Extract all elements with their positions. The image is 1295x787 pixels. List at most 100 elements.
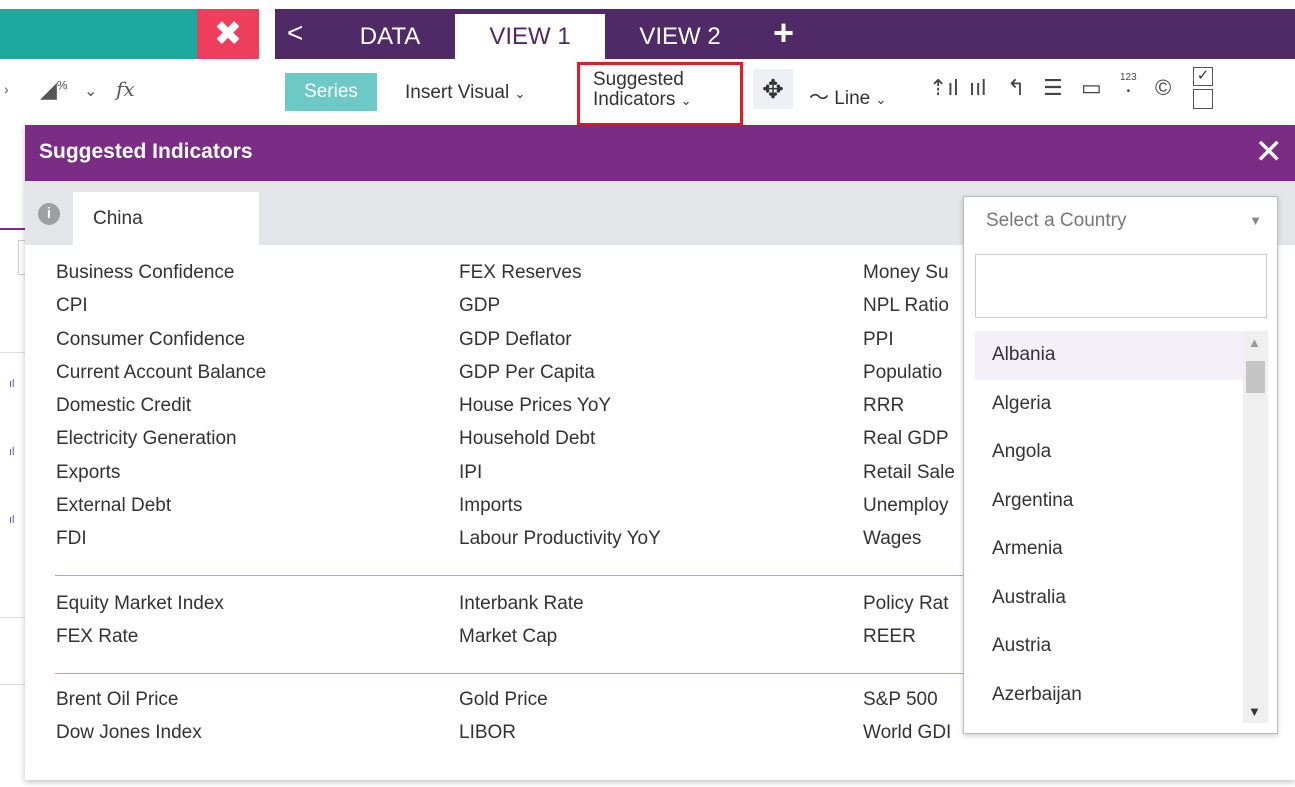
indicator-link[interactable]: LIBOR (459, 716, 548, 749)
indicator-link[interactable]: Unemploy (863, 489, 955, 522)
indicator-link[interactable]: Policy Rat (863, 587, 949, 620)
indicator-link[interactable]: Populatio (863, 356, 955, 389)
number-format-label: 123 (1120, 72, 1137, 83)
indicator-link[interactable]: FEX Rate (56, 620, 224, 653)
country-option[interactable]: Algeria (975, 380, 1243, 429)
indicator-link[interactable]: S&P 500 (863, 683, 951, 716)
function-icon[interactable]: fx (116, 77, 135, 101)
country-option[interactable]: Austria (975, 622, 1243, 671)
suggested-indicators-button[interactable]: Suggested Indicators ⌄ (577, 62, 743, 126)
sort-up-icon[interactable]: ⇡ıl (929, 73, 958, 103)
back-icon[interactable]: < (287, 17, 303, 49)
list-icon[interactable]: ☰ (1043, 73, 1063, 103)
indicator-link[interactable]: External Debt (56, 489, 266, 522)
series-button[interactable]: Series (285, 73, 377, 111)
chevron-down-icon: ⌄ (514, 86, 526, 101)
number-format-icon[interactable]: 123 • (1120, 71, 1137, 99)
indicator-link[interactable]: NPL Ratio (863, 289, 955, 322)
tab-data[interactable]: DATA (345, 14, 435, 59)
chevron-down-icon: ⌄ (680, 93, 692, 108)
chart-icon: ıl (9, 378, 15, 390)
indicator-link[interactable]: RRR (863, 389, 955, 422)
line-chart-dropdown[interactable]: 〜 Line ⌄ (809, 81, 886, 110)
country-option[interactable]: Angola (975, 428, 1243, 477)
country-option[interactable]: Azerbaijan (975, 671, 1243, 720)
indicator-link[interactable]: World GDI (863, 716, 951, 749)
indicator-link[interactable]: Current Account Balance (56, 356, 266, 389)
country-select[interactable]: Select a Country ▼ (964, 197, 1277, 245)
insert-visual-label: Insert Visual (405, 82, 510, 103)
indicator-link[interactable]: Wages (863, 522, 955, 555)
indicator-link[interactable]: Labour Productivity YoY (459, 522, 661, 555)
indicator-link[interactable]: Market Cap (459, 620, 584, 653)
country-search-input[interactable] (975, 254, 1267, 318)
line-label: Line (834, 88, 871, 109)
checkbox-empty-icon[interactable] (1193, 89, 1213, 109)
divider (0, 684, 25, 685)
indicator-link[interactable]: Gold Price (459, 683, 548, 716)
divider (0, 352, 25, 353)
scroll-up-icon[interactable]: ▲ (1248, 335, 1261, 350)
country-option[interactable]: Argentina (975, 477, 1243, 526)
bar-chart-icon[interactable]: ııl (969, 73, 986, 103)
indicator-link[interactable]: REER (863, 620, 949, 653)
info-icon[interactable]: i (38, 203, 60, 225)
indicator-link[interactable]: Equity Market Index (56, 587, 224, 620)
indicator-link[interactable]: IPI (459, 456, 661, 489)
divider (0, 228, 25, 230)
indicator-link[interactable]: Interbank Rate (459, 587, 584, 620)
country-options-list: Albania Algeria Angola Argentina Armenia… (975, 331, 1243, 723)
scroll-down-icon[interactable]: ▼ (1248, 704, 1261, 719)
indicator-link[interactable]: GDP Per Capita (459, 356, 661, 389)
country-option[interactable]: Armenia (975, 525, 1243, 574)
indicator-link[interactable]: Money Su (863, 256, 955, 289)
indicator-link[interactable]: Real GDP (863, 422, 955, 455)
country-select-dropdown: Select a Country ▼ Albania Algeria Angol… (963, 196, 1278, 734)
modal-title: Suggested Indicators (39, 140, 253, 163)
comment-icon[interactable]: ▭ (1081, 73, 1102, 103)
country-select-placeholder: Select a Country (986, 210, 1127, 231)
suggested-label-line1: Suggested (593, 69, 684, 90)
tab-view-2[interactable]: VIEW 2 (625, 14, 735, 59)
tab-china[interactable]: China (73, 192, 259, 245)
modal-header: Suggested Indicators ✕ (25, 125, 1295, 181)
indicator-link[interactable]: Retail Sale (863, 456, 955, 489)
indicator-link[interactable]: Domestic Credit (56, 389, 266, 422)
indicator-link[interactable]: GDP Deflator (459, 323, 661, 356)
add-tab-icon[interactable]: + (773, 11, 794, 55)
chart-icon: ıl (9, 446, 15, 458)
indicator-link[interactable]: Exports (56, 456, 266, 489)
indicator-link[interactable]: Business Confidence (56, 256, 266, 289)
close-panel-button[interactable]: ✖ (197, 9, 259, 59)
country-option[interactable]: Albania (975, 331, 1243, 380)
line-chart-icon: 〜 (809, 87, 829, 109)
indicator-link[interactable]: CPI (56, 289, 266, 322)
suggested-label-line2: Indicators (593, 89, 676, 110)
undo-arrow-icon[interactable]: ↰ (1007, 73, 1025, 103)
copyright-icon[interactable]: © (1155, 73, 1171, 103)
indicator-link[interactable]: FDI (56, 522, 266, 555)
indicator-link[interactable]: FEX Reserves (459, 256, 661, 289)
indicator-link[interactable]: PPI (863, 323, 955, 356)
scroll-thumb[interactable] (1246, 361, 1265, 393)
insert-visual-dropdown[interactable]: Insert Visual ⌄ (405, 82, 525, 104)
percent-format-icon[interactable]: ◢% (40, 77, 68, 103)
checkbox-checked-icon[interactable]: ✓ (1193, 67, 1213, 86)
chevron-right-icon[interactable]: › (4, 81, 9, 97)
move-icon[interactable]: ✥ (753, 69, 793, 109)
toolbar: Series Insert Visual ⌄ Suggested Indicat… (275, 59, 1295, 126)
indicator-link[interactable]: Household Debt (459, 422, 661, 455)
indicator-link[interactable]: Brent Oil Price (56, 683, 202, 716)
indicator-link[interactable]: Dow Jones Index (56, 716, 202, 749)
tab-view-1[interactable]: VIEW 1 (455, 14, 605, 59)
close-modal-icon[interactable]: ✕ (1255, 133, 1284, 171)
indicator-link[interactable]: Imports (459, 489, 661, 522)
indicator-link[interactable]: House Prices YoY (459, 389, 661, 422)
country-list-scrollbar[interactable]: ▲ ▼ (1243, 331, 1268, 723)
view-tab-bar: < DATA VIEW 1 VIEW 2 + (275, 9, 1295, 59)
indicator-link[interactable]: GDP (459, 289, 661, 322)
country-option[interactable]: Australia (975, 574, 1243, 623)
indicator-link[interactable]: Electricity Generation (56, 422, 266, 455)
indicator-link[interactable]: Consumer Confidence (56, 323, 266, 356)
chevron-down-icon[interactable]: ⌄ (84, 81, 97, 101)
